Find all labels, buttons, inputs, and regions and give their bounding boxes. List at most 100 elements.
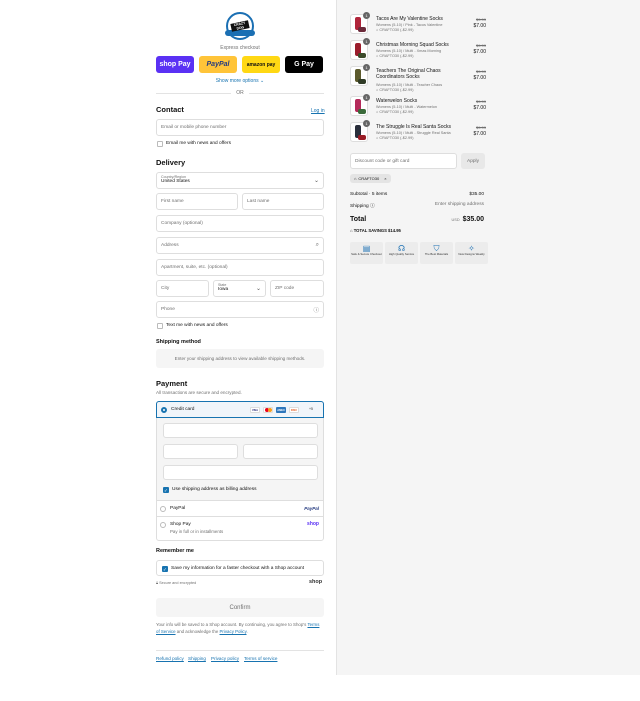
paypal-radio[interactable]	[160, 506, 166, 512]
email-placeholder: Email or mobile phone number	[161, 125, 227, 130]
item-discount-text: CRAFTO30 (-$2.99)	[379, 54, 414, 58]
trust-badge-text: The Best Materials	[424, 252, 449, 256]
item-price: $7.00	[473, 75, 486, 81]
tag-icon: ⌂	[376, 110, 379, 114]
brand-logo[interactable]: CRAZY DOG	[225, 12, 255, 40]
info-icon[interactable]: ⓘ	[370, 204, 375, 209]
privacy-link[interactable]: Privacy Policy	[220, 629, 247, 634]
item-discount-text: CRAFTO30 (-$2.99)	[379, 110, 414, 114]
text-offers-checkbox[interactable]	[157, 323, 163, 329]
item-discount: ⌂ CRAFTO30 (-$2.99)	[376, 88, 413, 92]
delivery-heading: Delivery	[156, 158, 186, 167]
chevron-down-icon: ⌄	[260, 78, 265, 84]
paypal-option[interactable]: PayPal PayPal	[156, 500, 324, 516]
discount-tag-code: CRAFTO30	[358, 176, 380, 181]
apply-button[interactable]: Apply	[461, 153, 485, 169]
remove-discount-icon[interactable]: ×	[384, 176, 386, 181]
total-savings-text: TOTAL SAVINGS $14.95	[353, 228, 401, 233]
save-info-checkbox[interactable]: ✓	[162, 566, 168, 572]
address-field[interactable]: Address ⌕	[156, 237, 324, 254]
confirm-button[interactable]: Confirm	[156, 598, 324, 617]
credit-card-label: Credit card	[171, 407, 195, 412]
phone-field[interactable]: Phone ⓘ	[156, 301, 324, 318]
google-pay-button[interactable]: G Pay	[285, 56, 323, 73]
last-name-field[interactable]: Last name	[242, 193, 324, 210]
item-discount-text: CRAFTO30 (-$2.99)	[379, 88, 414, 92]
show-more-label: Show more options	[215, 78, 259, 84]
tag-icon: ⌂	[376, 28, 379, 32]
shop-pay-sub: Pay in full or in installments	[170, 529, 224, 534]
apartment-field[interactable]: Apartment, suite, etc. (optional)	[156, 259, 324, 276]
quantity-badge: 1	[363, 12, 370, 19]
shipping-method-text: Enter your shipping address to view avai…	[174, 356, 306, 361]
item-price: $7.00	[473, 105, 486, 111]
amazon-pay-button[interactable]: amazon pay	[242, 56, 280, 73]
legal-text: Your info will be saved to a Shop accoun…	[156, 622, 320, 634]
item-old-price: $9.99	[475, 17, 486, 22]
confirm-label: Confirm	[229, 604, 251, 611]
card-number-field[interactable]	[163, 423, 318, 438]
shipping-link[interactable]: Shipping	[188, 656, 206, 661]
item-discount-text: CRAFTO30 (-$2.99)	[379, 136, 414, 140]
product-image: 1	[350, 38, 370, 60]
item-price: $7.00	[473, 23, 486, 29]
item-title: The Struggle Is Real Santa Socks	[376, 124, 452, 130]
card-cvv-field[interactable]	[243, 444, 318, 459]
first-name-field[interactable]: First name	[156, 193, 238, 210]
total-savings: ⌂ TOTAL SAVINGS $14.95	[350, 228, 401, 233]
phone-placeholder: Phone	[161, 307, 175, 312]
card-expiry-field[interactable]	[163, 444, 238, 459]
shop-pay-option[interactable]: Shop Pay Pay in full or in installments …	[156, 516, 324, 541]
help-icon[interactable]: ⓘ	[313, 306, 319, 314]
country-value: United States	[161, 179, 190, 184]
privacy-policy-link[interactable]: Privacy policy	[211, 656, 239, 661]
discount-placeholder: Discount code or gift card	[355, 158, 410, 164]
credit-card-radio[interactable]	[161, 407, 167, 413]
zip-field[interactable]: ZIP code	[270, 280, 324, 297]
item-price: $7.00	[473, 49, 486, 55]
email-field[interactable]: Email or mobile phone number	[156, 119, 324, 136]
last-name-placeholder: Last name	[247, 199, 270, 204]
item-variant: Womens (5-10) / Multi - Teacher Chaos	[376, 83, 443, 87]
country-select[interactable]: Country/Region United States ⌄	[156, 172, 324, 189]
card-name-field[interactable]	[163, 465, 318, 480]
discover-icon: DISC	[289, 407, 299, 413]
shop-logo-icon: shop	[309, 579, 323, 585]
company-field[interactable]: Company (optional)	[156, 215, 324, 232]
discount-field[interactable]: Discount code or gift card	[350, 153, 457, 169]
billing-same-checkbox[interactable]: ✓	[163, 487, 169, 493]
city-field[interactable]: City	[156, 280, 209, 297]
credit-card-option[interactable]: Credit card VISA AMEX DISC +5	[156, 401, 324, 418]
news-checkbox[interactable]	[157, 141, 163, 147]
item-title: Teachers The Original Chaos Coordinators…	[376, 68, 441, 80]
trust-badge: ▤ Safe & Secure Checkout	[350, 242, 383, 264]
paypal-label: PayPal	[206, 61, 230, 68]
item-discount: ⌂ CRAFTO30 (-$2.99)	[376, 28, 413, 32]
shipping-value: Enter shipping address	[434, 202, 484, 207]
card-form-area: ✓ Use shipping address as billing addres…	[156, 418, 324, 500]
show-more-options-link[interactable]: Show more options ⌄	[156, 78, 324, 84]
cart-item: 1 Christmas Morning Squad Socks Womens (5-…	[350, 38, 486, 64]
save-info-label: Save my information for a faster checkou…	[171, 566, 305, 571]
shop-pay-label: shop Pay	[159, 61, 191, 68]
product-image: 1	[350, 94, 370, 116]
refund-policy-link[interactable]: Refund policy	[156, 656, 184, 661]
terms-of-service-link[interactable]: Terms of service	[244, 656, 277, 661]
shop-pay-radio[interactable]	[160, 522, 166, 528]
item-title: Waterwelon Socks	[376, 98, 418, 104]
item-discount: ⌂ CRAFTO30 (-$2.99)	[376, 136, 413, 140]
subtotal-value: $35.00	[469, 192, 484, 197]
login-link[interactable]: Log in	[311, 108, 325, 114]
item-variant: Womens (5-10) / Multi - Xmas Morning	[376, 49, 442, 53]
paypal-button[interactable]: PayPal	[199, 56, 237, 73]
item-discount-text: CRAFTO30 (-$2.99)	[379, 28, 414, 32]
state-select[interactable]: State Iowa ⌄	[213, 280, 266, 297]
payment-heading: Payment	[156, 379, 188, 388]
tag-icon: ⌂	[376, 88, 379, 92]
shop-pay-button[interactable]: shop Pay	[156, 56, 194, 73]
remember-box: ✓ Save my information for a faster check…	[156, 560, 324, 576]
google-pay-label: G Pay	[294, 61, 314, 68]
text-offers-label: Text me with news and offers	[166, 323, 228, 328]
express-checkout-label: Express checkout	[220, 45, 260, 51]
subtotal-label: Subtotal · 5 items	[350, 192, 388, 197]
